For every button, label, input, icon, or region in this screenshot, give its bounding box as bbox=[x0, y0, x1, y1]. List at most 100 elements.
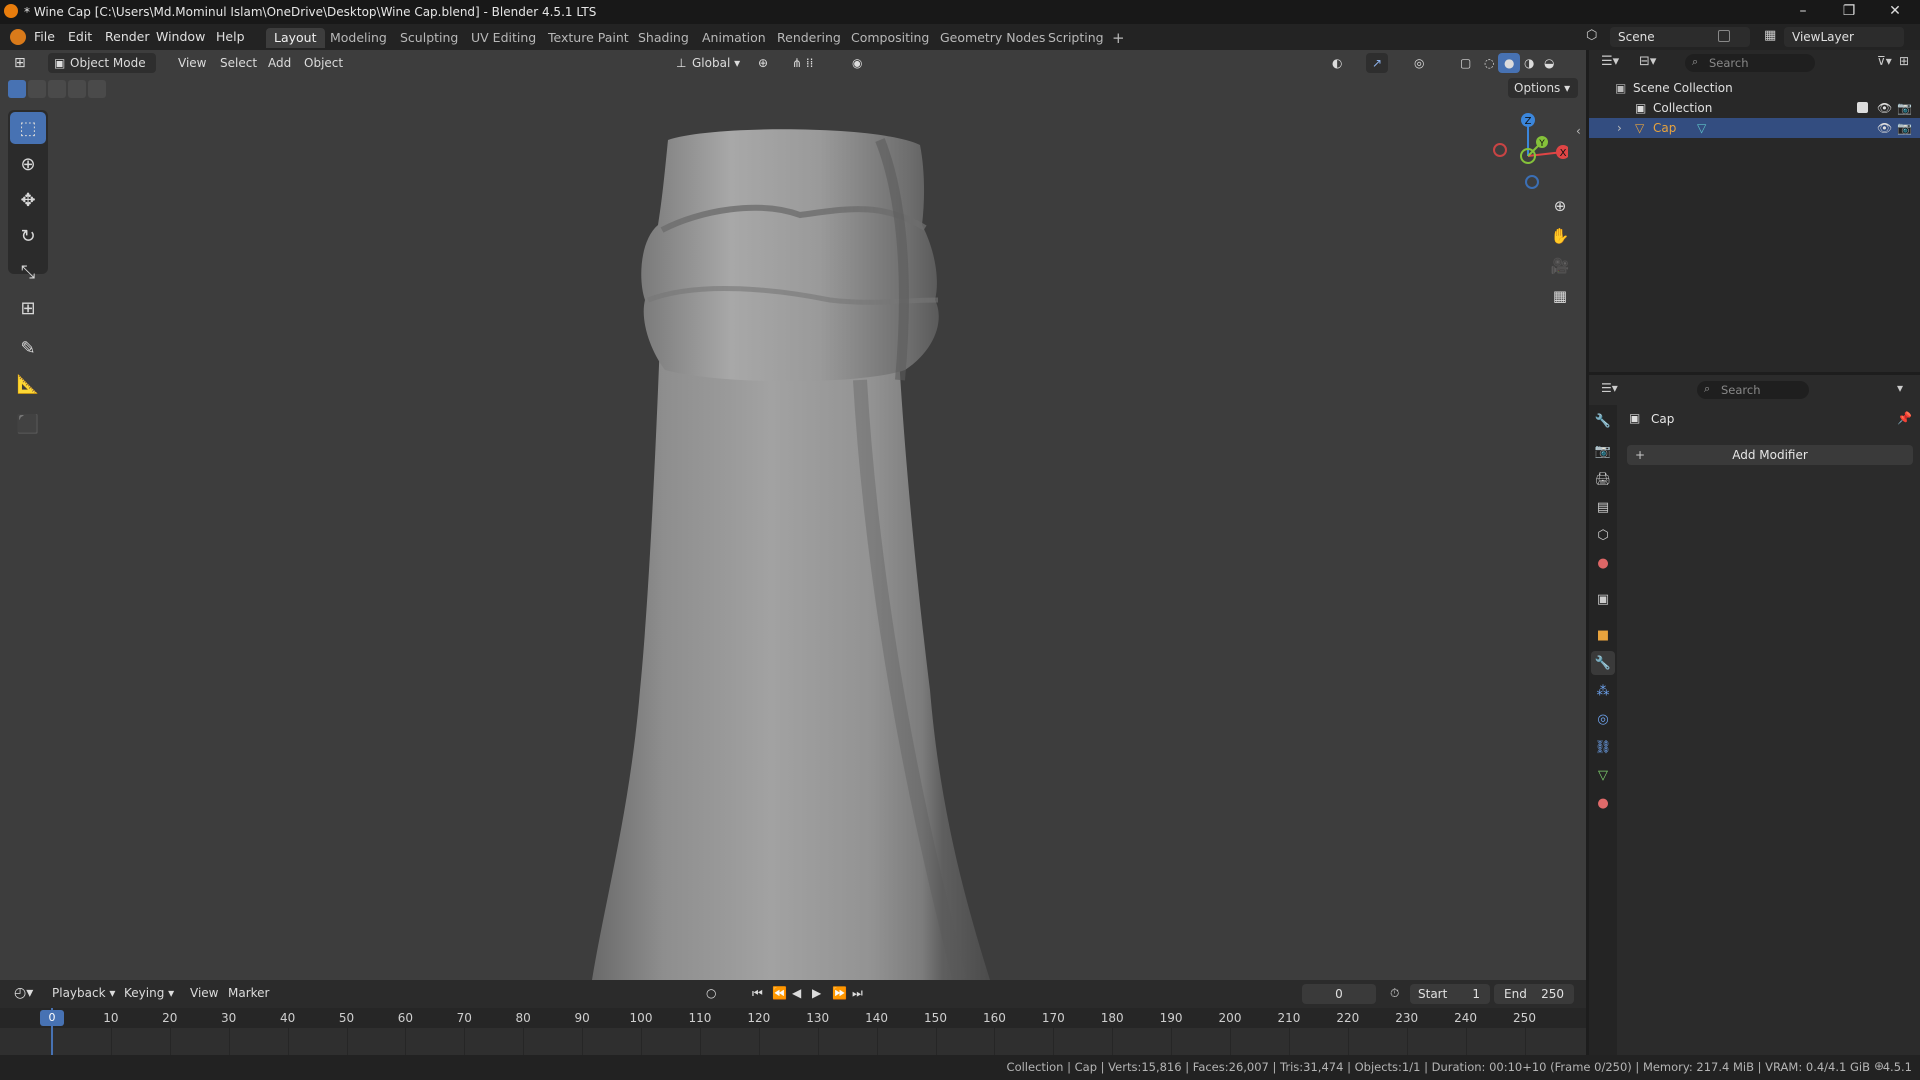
transform-tool-icon[interactable]: ⊞ bbox=[10, 292, 46, 324]
particles-tab-icon[interactable]: ⁂ bbox=[1591, 679, 1615, 703]
options-button[interactable]: Options ▾ bbox=[1508, 78, 1578, 98]
rotate-tool-icon[interactable]: ↻ bbox=[10, 220, 46, 252]
select-box-tool-icon[interactable]: ⬚ bbox=[10, 112, 46, 144]
gizmo-toggle-icon[interactable]: ↗ bbox=[1366, 53, 1389, 73]
maximize-button[interactable]: ❐ bbox=[1826, 0, 1872, 24]
properties-search-input[interactable]: Search bbox=[1697, 381, 1809, 399]
object-tab-icon[interactable]: ■ bbox=[1591, 623, 1615, 647]
modifier-tab-icon[interactable]: 🔧 bbox=[1591, 651, 1615, 675]
scene-tab-icon[interactable]: ⬡ bbox=[1591, 523, 1615, 547]
outliner-search-input[interactable]: Search bbox=[1685, 54, 1815, 72]
proportional-editing-icon[interactable]: ◉ bbox=[846, 53, 868, 73]
end-frame-field[interactable]: End 250 bbox=[1494, 984, 1574, 1004]
perspective-grid-icon[interactable]: ▦ bbox=[1546, 282, 1574, 310]
outliner-editor-icon[interactable]: ☰▾ bbox=[1601, 54, 1619, 69]
navigation-gizmo[interactable]: Z X Y bbox=[1488, 110, 1568, 190]
view-layer-tab-icon[interactable]: ▤ bbox=[1591, 495, 1615, 519]
menu-playback[interactable]: Playback ▾ bbox=[46, 983, 121, 1003]
cursor-tool-icon[interactable]: ⊕ bbox=[10, 148, 46, 180]
transform-orientation-selector[interactable]: ⊥ Global ▾ bbox=[670, 53, 746, 73]
close-button[interactable]: ✕ bbox=[1872, 0, 1918, 24]
collection-checkbox[interactable] bbox=[1857, 102, 1868, 113]
zoom-icon[interactable]: ⊕ bbox=[1546, 192, 1574, 220]
outliner-row-cap[interactable]: › ▽ Cap ▽ 👁 📷 bbox=[1589, 118, 1920, 138]
mesh-data-icon[interactable]: ▽ bbox=[1697, 118, 1706, 138]
visibility-icon[interactable]: ◐ bbox=[1326, 53, 1348, 73]
add-cube-tool-icon[interactable]: ⬛ bbox=[10, 408, 46, 440]
play-reverse-icon[interactable]: ◀ bbox=[786, 983, 807, 1003]
measure-tool-icon[interactable]: 📐 bbox=[10, 368, 46, 400]
viewport-canvas[interactable] bbox=[0, 50, 1586, 980]
select-intersect-icon[interactable] bbox=[88, 80, 106, 98]
timeline-ruler[interactable]: 10 20 30 40 50 60 70 80 90 100 110 120 130 140 150 160 1… bbox=[0, 1008, 1586, 1028]
menu-file[interactable]: File bbox=[34, 29, 55, 44]
overlays-icon[interactable]: ◎ bbox=[1408, 53, 1430, 73]
tab-sculpting[interactable]: Sculpting bbox=[392, 28, 466, 48]
start-frame-field[interactable]: Start 1 bbox=[1410, 984, 1490, 1004]
stopwatch-icon[interactable]: ⏱ bbox=[1384, 983, 1405, 1003]
menu-select[interactable]: Select bbox=[214, 53, 263, 73]
display-mode-icon[interactable]: ⊟▾ bbox=[1639, 54, 1656, 69]
pin-icon[interactable]: 📌 bbox=[1897, 411, 1912, 425]
camera-icon[interactable]: 📷 bbox=[1897, 98, 1912, 118]
tool-tab-icon[interactable]: 🔧 bbox=[1591, 409, 1615, 433]
minimize-button[interactable]: – bbox=[1780, 0, 1826, 24]
view-layer-selector[interactable]: ViewLayer bbox=[1784, 27, 1904, 47]
select-new-icon[interactable] bbox=[8, 80, 26, 98]
tab-layout[interactable]: Layout bbox=[266, 28, 325, 48]
menu-object[interactable]: Object bbox=[298, 53, 349, 73]
tab-modeling[interactable]: Modeling bbox=[322, 28, 395, 48]
move-tool-icon[interactable]: ✥ bbox=[10, 184, 46, 216]
menu-render[interactable]: Render bbox=[105, 29, 150, 44]
gizmo-neg-x-handle[interactable] bbox=[1493, 143, 1507, 157]
render-tab-icon[interactable]: 📷 bbox=[1591, 439, 1615, 463]
tab-geometry-nodes[interactable]: Geometry Nodes bbox=[932, 28, 1053, 48]
mode-selector[interactable]: Object Mode ▣ bbox=[48, 53, 156, 73]
tab-rendering[interactable]: Rendering bbox=[769, 28, 849, 48]
outliner-row-scene-collection[interactable]: ▣ Scene Collection bbox=[1589, 78, 1920, 98]
select-invert-icon[interactable] bbox=[68, 80, 86, 98]
annotate-tool-icon[interactable]: ✎ bbox=[10, 332, 46, 364]
data-tab-icon[interactable]: ▽ bbox=[1591, 763, 1615, 787]
tab-scripting[interactable]: Scripting bbox=[1040, 28, 1112, 48]
new-scene-icon[interactable] bbox=[1718, 30, 1730, 42]
menu-window[interactable]: Window bbox=[156, 29, 205, 44]
tab-uv-editing[interactable]: UV Editing bbox=[463, 28, 544, 48]
editor-type-icon[interactable]: ⊞ bbox=[8, 53, 32, 73]
properties-options-icon[interactable]: ▾ bbox=[1897, 381, 1903, 395]
filter-icon[interactable]: ⊽▾ bbox=[1877, 54, 1892, 68]
select-subtract-icon[interactable] bbox=[48, 80, 66, 98]
timeline-editor-icon[interactable]: ◴▾ bbox=[8, 983, 39, 1003]
3d-viewport[interactable]: ⊞ Object Mode ▣ View Select Add Object ⊥… bbox=[0, 50, 1586, 980]
outliner-row-collection[interactable]: ▣ Collection 👁 📷 bbox=[1589, 98, 1920, 118]
menu-marker[interactable]: Marker bbox=[222, 983, 275, 1003]
menu-add[interactable]: Add bbox=[262, 53, 297, 73]
pan-hand-icon[interactable]: ✋ bbox=[1546, 222, 1574, 250]
expand-arrow-icon[interactable]: › bbox=[1617, 118, 1622, 138]
new-collection-icon[interactable]: ⊞ bbox=[1899, 54, 1909, 68]
tab-texture-paint[interactable]: Texture Paint bbox=[540, 28, 637, 48]
camera-view-icon[interactable]: 🎥 bbox=[1546, 252, 1574, 280]
output-tab-icon[interactable]: 🖨 bbox=[1591, 467, 1615, 491]
eye-icon[interactable]: 👁 bbox=[1877, 98, 1892, 118]
tab-shading[interactable]: Shading bbox=[630, 28, 697, 48]
properties-editor-icon[interactable]: ☰▾ bbox=[1601, 381, 1618, 395]
world-tab-icon[interactable]: ● bbox=[1591, 551, 1615, 575]
add-modifier-button[interactable]: + Add Modifier bbox=[1627, 445, 1913, 465]
menu-keying[interactable]: Keying ▾ bbox=[118, 983, 180, 1003]
playhead-frame-badge[interactable]: 0 bbox=[40, 1010, 64, 1026]
camera-icon[interactable]: 📷 bbox=[1897, 118, 1912, 138]
physics-tab-icon[interactable]: ◎ bbox=[1591, 707, 1615, 731]
menu-view[interactable]: View bbox=[172, 53, 212, 73]
collection-tab-icon[interactable]: ▣ bbox=[1591, 587, 1615, 611]
play-icon[interactable]: ▶ bbox=[806, 983, 827, 1003]
gizmo-neg-z-handle[interactable] bbox=[1525, 175, 1539, 189]
eye-icon[interactable]: 👁 bbox=[1877, 118, 1892, 138]
timeline-track[interactable] bbox=[0, 1028, 1586, 1055]
rendered-shading-icon[interactable]: ◒ bbox=[1538, 53, 1560, 73]
select-extend-icon[interactable] bbox=[28, 80, 46, 98]
material-tab-icon[interactable]: ● bbox=[1591, 791, 1615, 815]
menu-help[interactable]: Help bbox=[216, 29, 245, 44]
current-frame-field[interactable]: 0 bbox=[1302, 984, 1376, 1004]
tab-animation[interactable]: Animation bbox=[694, 28, 774, 48]
